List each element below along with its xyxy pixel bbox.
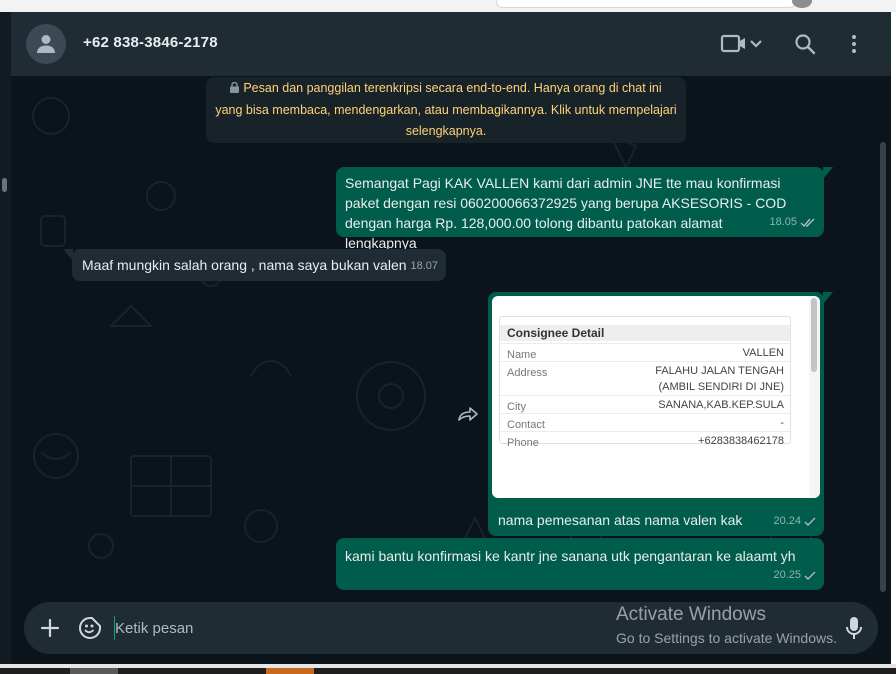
address-line-1: FALAHU JALAN TENGAH	[655, 365, 784, 377]
more-vertical-icon	[852, 35, 856, 53]
chat-list-edge	[0, 12, 11, 664]
consignee-title: Consignee Detail	[500, 325, 790, 341]
message-meta: 18.05	[769, 212, 816, 232]
chat-scrollbar[interactable]	[880, 142, 886, 592]
profile-avatar-edge	[792, 0, 812, 8]
video-camera-icon	[720, 34, 762, 53]
address-line-2: (AMBIL SENDIRI DI JNE)	[658, 381, 785, 393]
search-button[interactable]	[793, 32, 817, 56]
forward-icon	[458, 407, 478, 421]
attach-button[interactable]	[39, 617, 61, 639]
plus-icon	[40, 618, 60, 638]
notice-line-2: yang bisa membaca, mendengarkan, atau me…	[215, 103, 677, 117]
voice-message-button[interactable]	[844, 615, 864, 641]
incoming-message[interactable]: Maaf mungkin salah orang , nama saya buk…	[63, 249, 446, 281]
row-value: -	[780, 417, 784, 429]
list-scroll-marker	[2, 178, 7, 192]
single-check-icon	[804, 571, 816, 580]
row-value: SANANA,KAB.KEP.SULA	[658, 399, 784, 411]
consignee-row: Contact -	[500, 413, 790, 431]
outgoing-message[interactable]: Semangat Pagi KAK VALLEN kami dari admin…	[336, 167, 833, 251]
message-time: 18.07	[410, 260, 438, 272]
contact-name[interactable]: +62 838-3846-2178	[83, 34, 218, 51]
forward-button[interactable]	[457, 406, 479, 427]
taskbar-app[interactable]	[70, 668, 118, 674]
search-icon	[795, 34, 816, 55]
bubble-tail	[823, 292, 833, 304]
watermark-title: Activate Windows	[616, 604, 766, 625]
sticker-icon	[79, 617, 101, 639]
consignee-row: Phone +6283838462178	[500, 431, 790, 449]
taskbar-app-active[interactable]	[266, 668, 314, 674]
outgoing-message[interactable]: kami bantu konfirmasi ke kantr jne sanan…	[336, 538, 824, 590]
consignee-detail-card: Consignee Detail Name VALLEN Address FAL…	[499, 316, 791, 449]
consignee-row: Address FALAHU JALAN TENGAH (AMBIL SENDI…	[500, 361, 790, 395]
message-text: Maaf mungkin salah orang , nama saya buk…	[82, 257, 407, 273]
message-time: 18.05	[769, 216, 797, 228]
image-caption: nama pemesanan atas nama valen kak	[498, 512, 743, 528]
message-text: kami bantu konfirmasi ke kantr jne sanan…	[345, 548, 796, 564]
double-check-icon	[800, 218, 815, 227]
row-value: FALAHU JALAN TENGAH (AMBIL SENDIRI DI JN…	[655, 363, 784, 395]
message-area[interactable]: Pesan dan panggilan terenkripsi secara e…	[11, 76, 879, 596]
outgoing-image-message[interactable]: Consignee Detail Name VALLEN Address FAL…	[488, 292, 833, 536]
person-icon	[37, 35, 55, 53]
single-check-icon	[804, 517, 816, 526]
consignee-row: City SANANA,KAB.KEP.SULA	[500, 395, 790, 413]
consignee-screenshot-image[interactable]: Consignee Detail Name VALLEN Address FAL…	[492, 296, 820, 498]
image-scrollbar	[811, 298, 817, 372]
message-input[interactable]	[114, 616, 594, 640]
menu-button[interactable]	[844, 32, 864, 56]
bubble-tail	[63, 249, 73, 261]
chat-header: +62 838-3846-2178	[11, 12, 891, 76]
contact-avatar[interactable]	[26, 24, 66, 64]
message-meta: 18.07	[410, 256, 438, 276]
encryption-notice[interactable]: Pesan dan panggilan terenkripsi secara e…	[206, 77, 686, 143]
microphone-icon	[846, 617, 862, 639]
message-time: 20.25	[773, 569, 801, 581]
notice-line-3: selengkapnya.	[405, 124, 487, 138]
video-call-button[interactable]	[719, 30, 769, 58]
message-composer: Activate Windows Go to Settings to activ…	[24, 602, 878, 654]
message-meta: 20.25	[773, 565, 816, 585]
taskbar-edge	[0, 668, 896, 674]
row-value: VALLEN	[742, 347, 784, 359]
lock-icon	[230, 79, 240, 100]
windows-activation-watermark: Activate Windows Go to Settings to activ…	[616, 604, 837, 646]
message-time: 20.24	[773, 515, 801, 527]
browser-top-strip	[0, 0, 896, 12]
bubble-tail	[823, 167, 833, 179]
row-key: Phone	[507, 437, 539, 449]
row-value: +6283838462178	[698, 435, 784, 447]
address-bar-edge	[496, 0, 796, 8]
message-text: Semangat Pagi KAK VALLEN kami dari admin…	[345, 175, 787, 251]
notice-line-1: Pesan dan panggilan terenkripsi secara e…	[243, 81, 662, 95]
consignee-row: Name VALLEN	[500, 343, 790, 361]
whatsapp-window: +62 838-3846-2178 Pesan dan panggilan te…	[0, 12, 891, 664]
sticker-button[interactable]	[78, 616, 102, 640]
watermark-subtitle: Go to Settings to activate Windows.	[616, 630, 837, 646]
message-meta: 20.24	[773, 511, 816, 531]
footer: Activate Windows Go to Settings to activ…	[11, 596, 891, 664]
row-key: Address	[507, 367, 548, 379]
